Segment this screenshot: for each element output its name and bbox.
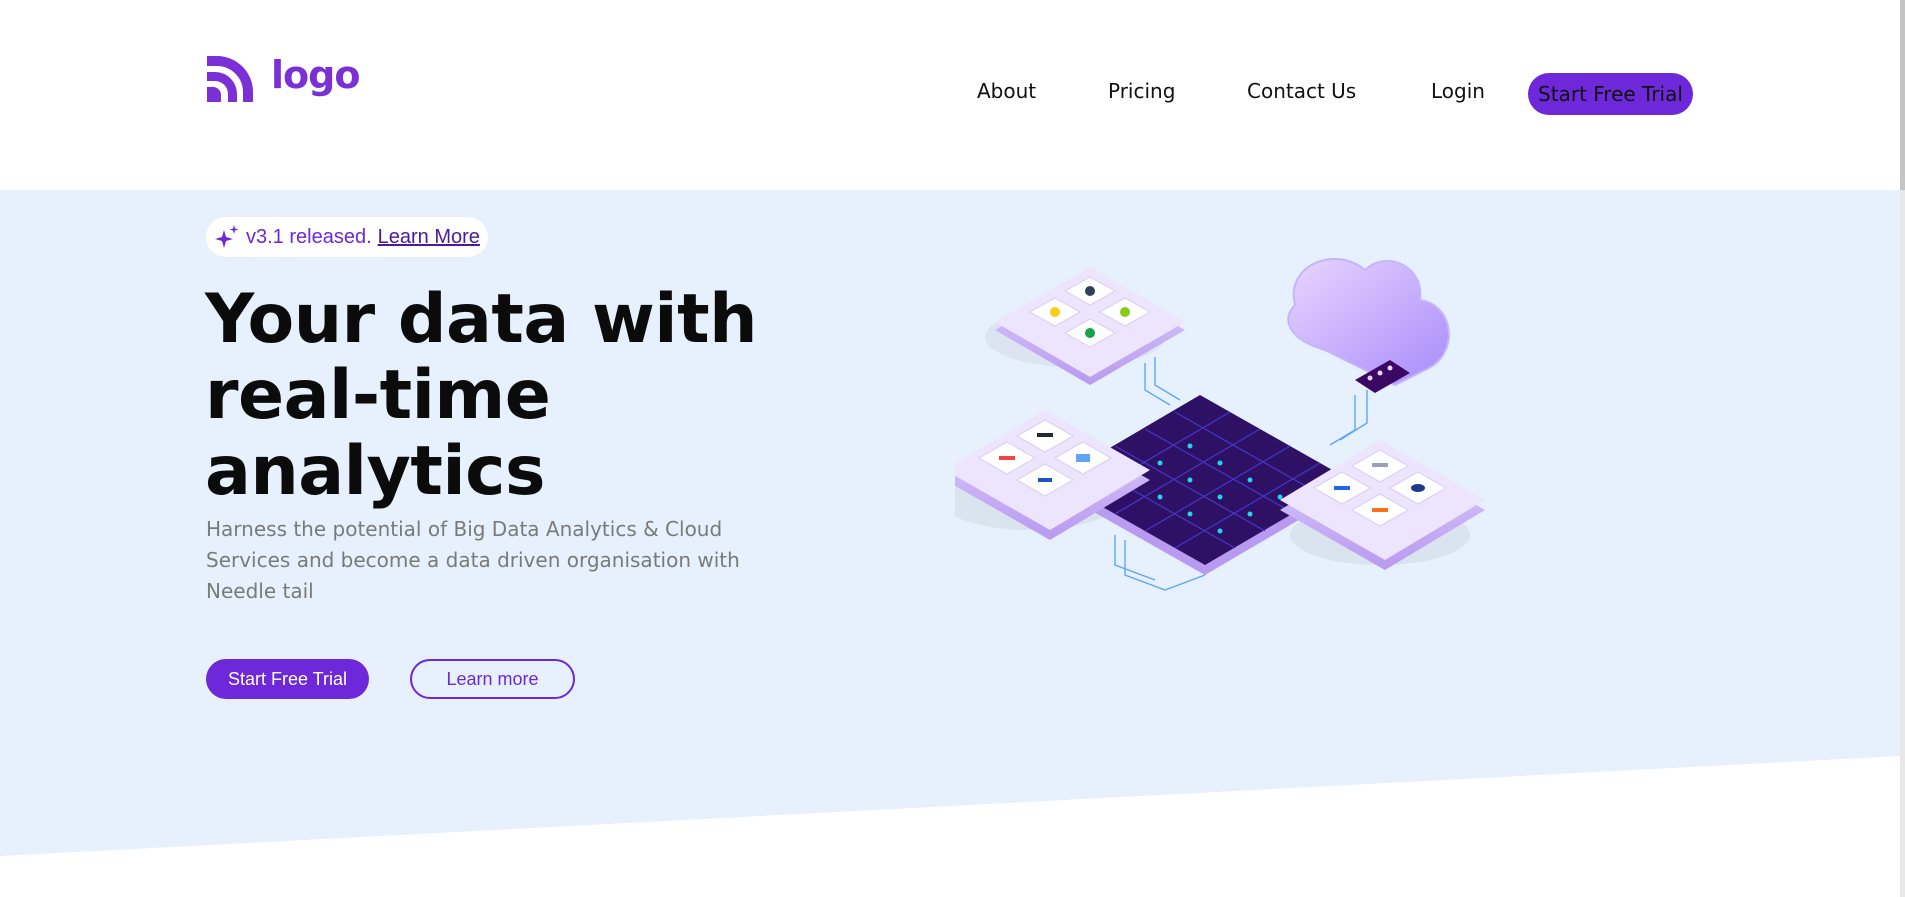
start-free-trial-hero-button[interactable]: Start Free Trial <box>206 659 369 699</box>
release-learn-more-link[interactable]: Learn More <box>378 226 480 249</box>
page-scrollbar[interactable] <box>1900 0 1905 897</box>
nav-about[interactable]: About <box>977 79 1036 103</box>
main-nav: About Pricing Contact Us Login Start Fre… <box>0 73 1900 117</box>
landing-page: logo About Pricing Contact Us Login Star… <box>0 0 1905 897</box>
isometric-data-cloud-illustration <box>955 258 1485 591</box>
integration-tiles-top <box>995 267 1185 385</box>
nav-contact-us[interactable]: Contact Us <box>1247 79 1356 103</box>
scrollbar-thumb[interactable] <box>1900 0 1905 190</box>
nav-pricing[interactable]: Pricing <box>1108 79 1175 103</box>
nav-login[interactable]: Login <box>1431 79 1485 103</box>
site-header: logo About Pricing Contact Us Login Star… <box>0 0 1900 190</box>
start-free-trial-nav-button[interactable]: Start Free Trial <box>1528 73 1693 115</box>
cloud-icon <box>1287 258 1450 393</box>
release-badge: v3.1 released. Learn More <box>206 217 488 257</box>
hero-title: Your data with real-time analytics <box>205 280 758 511</box>
sparkle-icon <box>214 224 240 250</box>
release-text: v3.1 released. <box>246 225 372 248</box>
hero-subtitle: Harness the potential of Big Data Analyt… <box>206 517 740 603</box>
learn-more-button[interactable]: Learn more <box>410 659 575 699</box>
